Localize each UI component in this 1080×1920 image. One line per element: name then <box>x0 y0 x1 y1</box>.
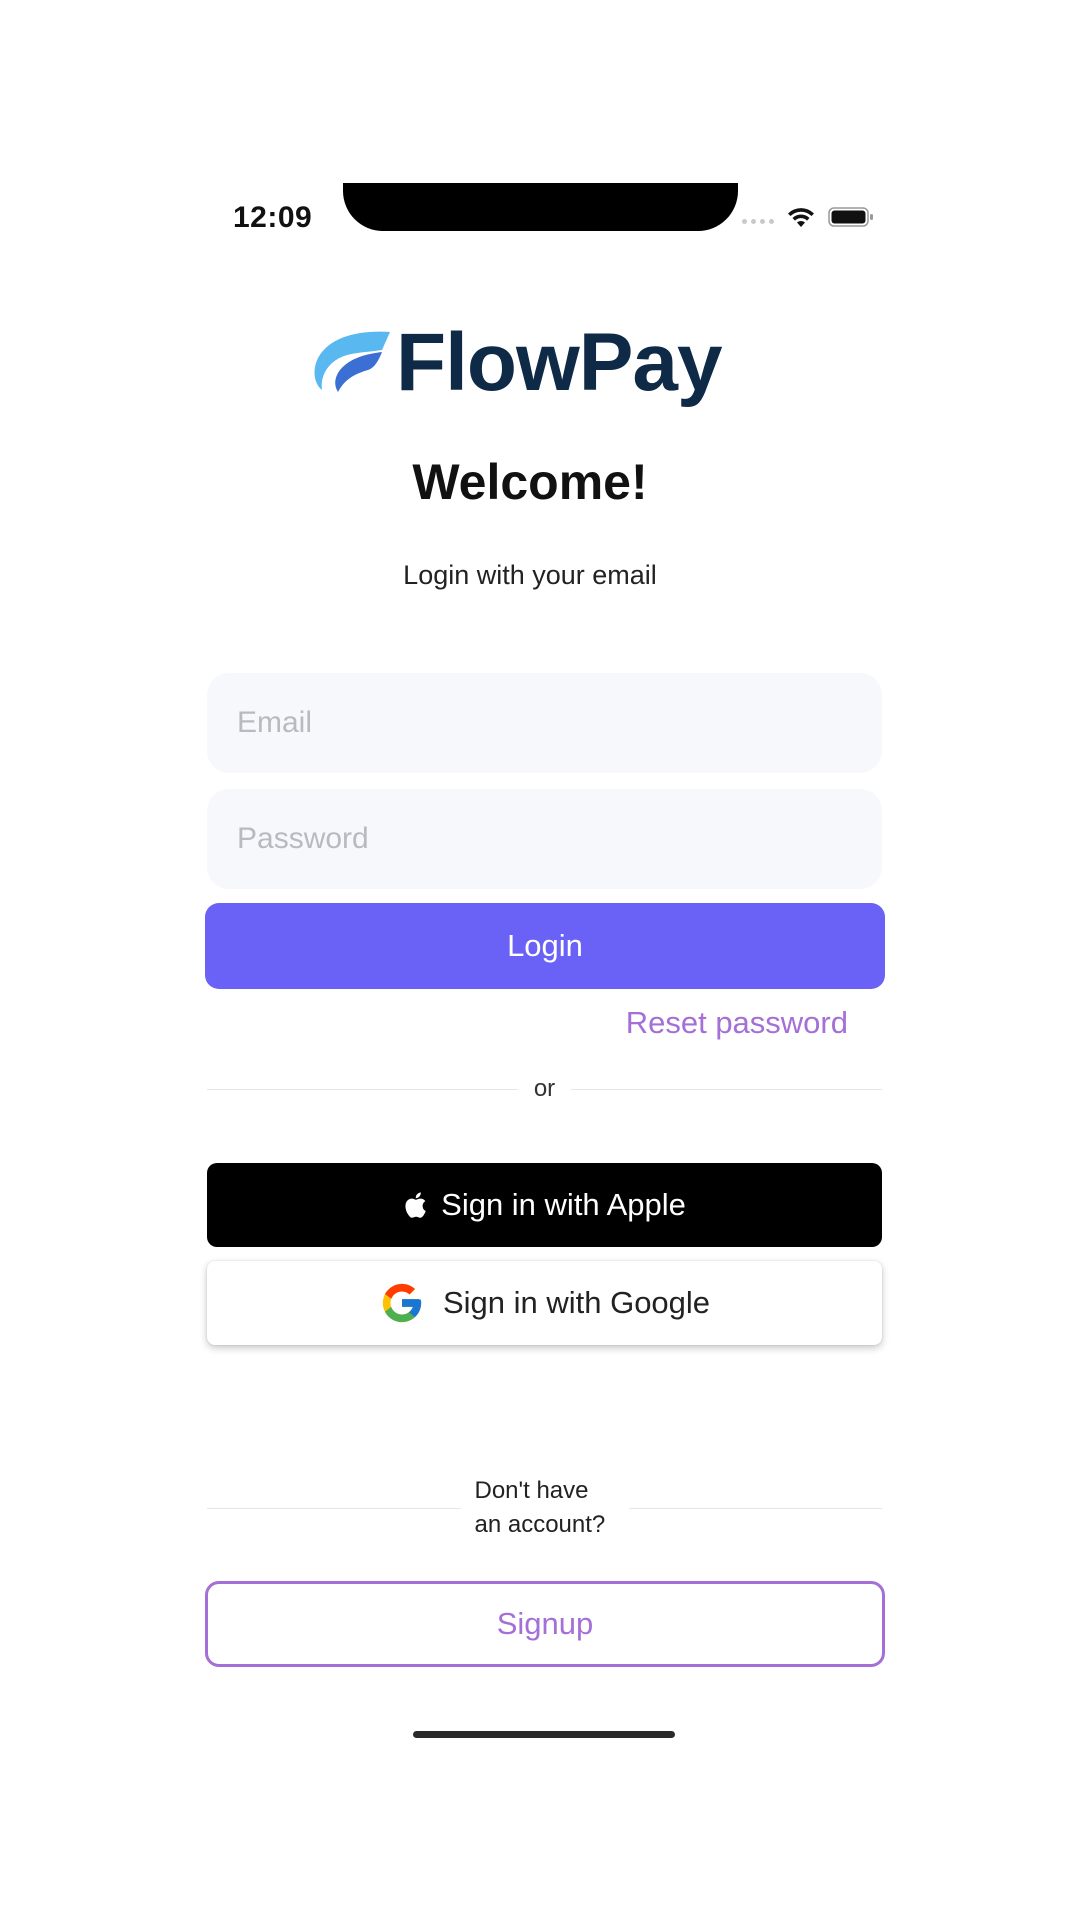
flowpay-logo-icon <box>314 331 390 392</box>
reset-password-link[interactable]: Reset password <box>626 1005 848 1041</box>
notch <box>343 183 738 231</box>
no-account-line1: Don't have <box>474 1477 589 1504</box>
divider-line <box>207 1088 518 1090</box>
google-icon <box>382 1283 422 1323</box>
apple-button-label: Sign in with Apple <box>441 1187 686 1222</box>
home-indicator[interactable] <box>413 1731 675 1738</box>
account-divider: Don't have an account? <box>207 1473 882 1543</box>
divider-line <box>207 1507 461 1509</box>
status-icons <box>742 205 874 229</box>
battery-icon <box>828 206 874 228</box>
no-account-line2: an account? <box>474 1511 606 1538</box>
email-field[interactable] <box>207 673 882 773</box>
signup-button[interactable]: Signup <box>205 1581 885 1667</box>
welcome-title: Welcome! <box>412 454 648 510</box>
or-divider: or <box>207 1069 882 1109</box>
wifi-icon <box>786 205 816 229</box>
divider-line <box>628 1507 882 1509</box>
apple-icon <box>405 1192 426 1218</box>
logo-text: FlowPay <box>396 317 723 408</box>
no-account-prompt: Don't have an account? <box>461 1474 629 1542</box>
or-text: or <box>533 1075 556 1102</box>
login-button[interactable]: Login <box>205 903 885 989</box>
flowpay-logo: FlowPay <box>310 318 770 408</box>
welcome-subtitle: Login with your email <box>403 560 657 590</box>
page: 12:09 FlowPay Welcome! Login with your e… <box>0 0 1080 1920</box>
divider-line <box>571 1088 882 1090</box>
password-field[interactable] <box>207 789 882 889</box>
sign-in-with-google-button[interactable]: Sign in with Google <box>207 1261 882 1345</box>
google-button-label: Sign in with Google <box>442 1285 711 1320</box>
phone-screen: 12:09 FlowPay Welcome! Login with your e… <box>180 183 885 1738</box>
status-time: 12:09 <box>233 201 313 234</box>
sign-in-with-apple-button[interactable]: Sign in with Apple <box>207 1163 882 1247</box>
signal-icon <box>742 218 774 224</box>
